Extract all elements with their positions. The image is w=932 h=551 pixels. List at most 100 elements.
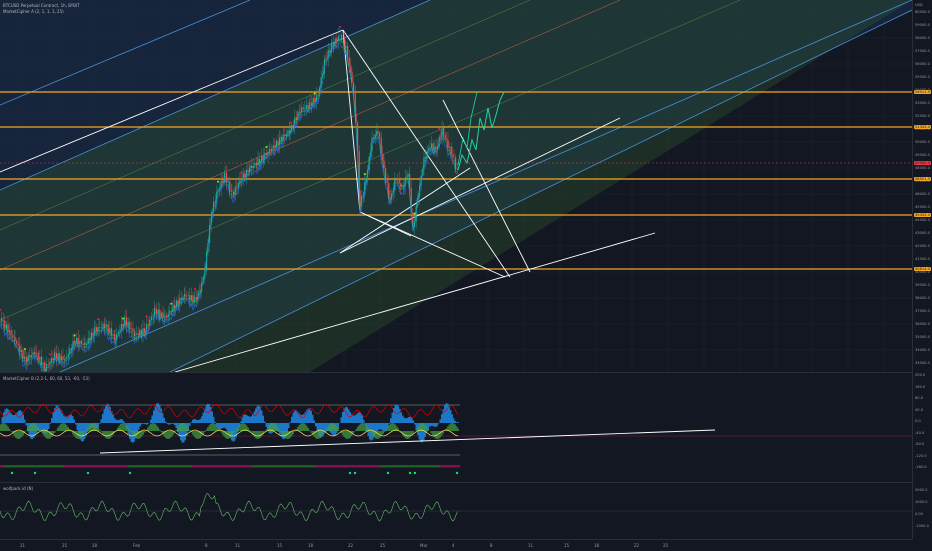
candle-body [188,295,189,296]
osc-wave-bar [452,414,454,423]
wolfpack-canvas[interactable] [0,483,912,540]
osc-wave-bar [245,414,247,423]
osc-wave-bar [224,423,226,428]
osc-money-bar [98,427,100,431]
osc-wave-bar [222,423,224,428]
osc-tick-label: 80.0 [915,396,923,400]
candle-body [314,98,315,102]
osc-money-bar [33,423,35,431]
osc-wave-bar [357,413,359,423]
osc-money-bar [458,429,460,431]
indicator-a-legend[interactable]: MarketCipher A (2, 1, 1, 1, 25) [3,9,64,14]
osc-strip [0,465,460,468]
osc-strip-cell [236,465,240,468]
candle-body [64,358,65,360]
osc-wave-bar [435,423,437,427]
price-chart-pane[interactable]: BTCUSD Perpetual Contract, 1h, BYBIT Mar… [0,0,912,372]
osc-money-bar [249,430,251,431]
osc-wave-bar [50,423,52,424]
osc-wave-bar [302,415,304,423]
osc-wave-bar [404,418,406,423]
wolfpack-line [0,494,458,522]
osc-strip-cell [260,465,264,468]
osc-money-bar [57,428,59,431]
time-tick-label: 8 [490,543,493,548]
osc-wave-bar [395,405,397,423]
time-tick-label: 28 [92,543,97,548]
price-tick-label: 49000.0 [915,153,930,157]
osc-money-bar [62,423,64,431]
signal-dot [339,26,341,28]
candle-body [81,341,82,344]
price-axis[interactable]: USD 60000.059000.058000.057000.056000.05… [912,0,932,539]
osc-money-bar [158,427,160,431]
price-chart-canvas[interactable] [0,0,912,372]
osc-wave-bar [141,423,143,424]
time-tick-label: 11 [528,543,533,548]
osc-money-bar [65,424,67,431]
candle-body [269,149,270,151]
osc-wave-bar [117,420,119,423]
time-axis[interactable]: 212528Feb81115182225Mar481115182225 [0,539,912,551]
price-tick-label: 43000.0 [915,231,930,235]
osc-wave-bar [221,423,223,429]
osc-money-bar [392,423,394,431]
candle-body [256,163,257,165]
osc-wave-bar [153,411,155,423]
osc-strip-cell [244,465,248,468]
osc-wave-bar [456,422,458,423]
osc-money-bar [276,426,278,431]
indicator-b-legend[interactable]: MarketCipher B (2.2-1, 60, 60, 53, -60, … [3,376,90,381]
candle-body [263,155,264,159]
osc-money-bar [239,425,241,431]
candle-body [279,137,280,138]
candle-body [429,148,430,149]
chart-title[interactable]: BTCUSD Perpetual Contract, 1h, BYBIT [3,3,80,8]
osc-money-bar [215,424,217,431]
marketcipher-b-pane[interactable]: MarketCipher B (2.2-1, 60, 60, 53, -60, … [0,372,912,483]
osc-strip-cell [148,465,152,468]
osc-strip-cell [92,465,96,468]
osc-strip-cell [416,465,420,468]
osc-money-bar [26,430,28,431]
osc-money-bar [435,431,437,439]
price-tick-label: 42000.0 [915,244,930,248]
osc-strip-cell [56,465,60,468]
osc-money-bar [365,424,367,431]
osc-wave-bar [437,423,439,426]
osc-wave-bar [296,410,298,423]
price-tick-label: 39000.0 [915,283,930,287]
candle-body [184,294,185,296]
osc-strip-cell [184,465,188,468]
osc-wave-bar [243,415,245,423]
osc-money-bar [159,430,161,431]
osc-strip-cell [108,465,112,468]
osc-money-bar [209,425,211,431]
time-tick-label: 11 [235,543,240,548]
candle-body [48,364,49,365]
wolfpack-pane[interactable]: wolfpack id (N) [0,482,912,540]
osc-wave-bar [113,415,115,423]
candle-body [131,329,132,330]
candle-body [189,295,190,300]
candle-body [38,353,39,360]
osc-wave-bar [104,409,106,423]
osc-money-bar [434,431,436,437]
osc-money-bar [308,428,310,431]
osc-wave-bar [453,418,455,423]
osc-money-bar [323,431,325,434]
osc-money-bar [300,424,302,431]
osc-money-bar [305,424,307,431]
osc-money-bar [380,431,382,438]
indicator-c-legend[interactable]: wolfpack id (N) [3,486,33,491]
osc-wave-bar [98,423,100,427]
osc-wave-bar [279,423,281,434]
wolf-tick-label: 0.00 [915,512,923,516]
osc-strip-cell [400,465,404,468]
candle-body [452,154,453,156]
price-tick-label: 52000.0 [915,114,930,118]
oscillator-canvas[interactable] [0,373,912,483]
osc-money-bar [275,424,277,431]
candle-body [82,344,83,345]
osc-money-bar [362,423,364,431]
